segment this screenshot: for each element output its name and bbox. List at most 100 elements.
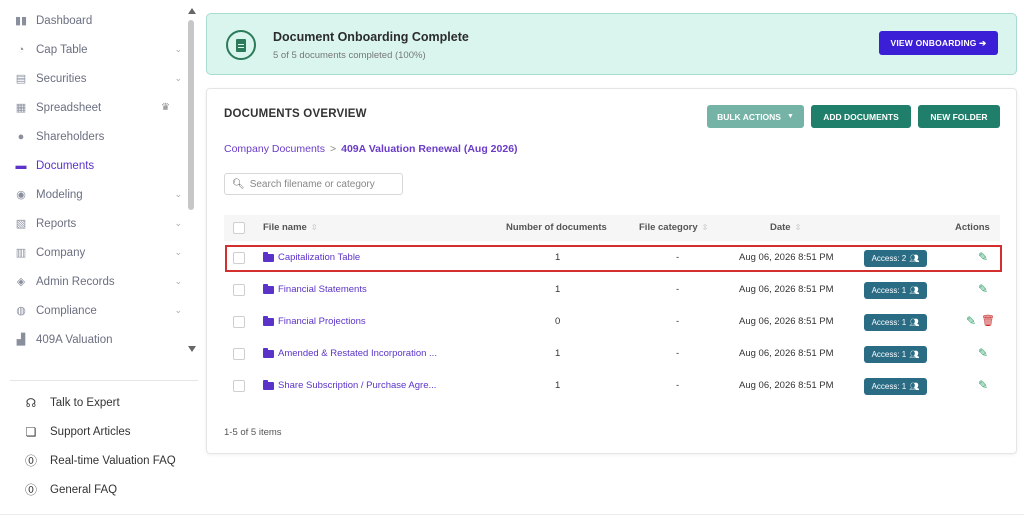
- highlight-box: [225, 245, 1002, 272]
- building-icon: ▥: [15, 247, 27, 259]
- edit-icon[interactable]: ✎: [978, 346, 988, 360]
- page-title: DOCUMENTS OVERVIEW: [224, 108, 367, 120]
- sidebar-scrollbar[interactable]: [187, 8, 196, 353]
- sidebar-item-admin-records[interactable]: ◈ Admin Records ⌄: [0, 267, 188, 296]
- sidebar-item-documents[interactable]: ▬ Documents: [0, 151, 188, 180]
- row-checkbox[interactable]: [233, 348, 245, 360]
- help-link-general-faq[interactable]: ⓪ General FAQ: [22, 475, 176, 504]
- breadcrumb-root[interactable]: Company Documents: [224, 143, 325, 155]
- sidebar-item-label: 409A Valuation: [36, 333, 113, 346]
- file-name-label: Share Subscription / Purchase Agre...: [278, 380, 437, 391]
- help-link-support-articles[interactable]: ❏ Support Articles: [22, 417, 176, 446]
- book-icon: ❏: [25, 424, 37, 439]
- column-file-name[interactable]: File name ⇳: [263, 222, 318, 233]
- row-checkbox[interactable]: [233, 316, 245, 328]
- sidebar-item-shareholders[interactable]: ● Shareholders: [0, 122, 188, 151]
- chevron-down-icon: ⌄: [174, 305, 182, 315]
- sidebar-item-cap-table[interactable]: ◔ Cap Table ⌄: [0, 35, 188, 64]
- scroll-thumb[interactable]: [188, 20, 194, 210]
- sidebar-nav: ▮▮ Dashboard ◔ Cap Table ⌄ ▤ Securities ⌄ ▦ Sprea…: [0, 6, 188, 354]
- file-name-link[interactable]: Amended & Restated Incorporation ...: [263, 347, 437, 359]
- sidebar-item-securities[interactable]: ▤ Securities ⌄: [0, 64, 188, 93]
- sidebar-item-company[interactable]: ▥ Company ⌄: [0, 238, 188, 267]
- chevron-down-icon: ⌄: [174, 73, 182, 83]
- sidebar-item-label: Compliance: [36, 304, 97, 317]
- edit-icon[interactable]: ✎: [978, 282, 988, 296]
- column-file-category-label: File category: [639, 222, 698, 233]
- users-icon: 👥︎: [909, 382, 920, 391]
- access-badge[interactable]: Access: 1 👥︎: [864, 378, 927, 395]
- access-label: Access: 1: [871, 318, 907, 327]
- add-documents-button[interactable]: ADD DOCUMENTS: [811, 105, 911, 128]
- chevron-down-icon: ⌄: [174, 44, 182, 54]
- sidebar-item-label: Cap Table: [36, 43, 88, 56]
- folder-icon: [263, 379, 274, 390]
- trash-icon[interactable]: 🗑︎: [981, 314, 995, 327]
- crown-icon: ♛: [161, 102, 170, 113]
- question-icon: ⓪: [24, 483, 37, 497]
- file-name-link[interactable]: Financial Projections: [263, 315, 366, 327]
- select-all-checkbox[interactable]: [233, 222, 245, 234]
- table-header: File name ⇳ Number of documents File cate…: [224, 215, 1000, 241]
- row-checkbox[interactable]: [233, 284, 245, 296]
- scroll-up-arrow[interactable]: [188, 8, 196, 14]
- new-folder-button[interactable]: NEW FOLDER: [918, 105, 1000, 128]
- document-count: 1: [555, 284, 561, 295]
- document-count: 1: [555, 380, 561, 391]
- chevron-down-icon: ⌄: [174, 218, 182, 228]
- file-date: Aug 06, 2026 8:51 PM: [739, 284, 834, 295]
- sort-icon: ⇳: [310, 223, 318, 232]
- sidebar-item-label: Admin Records: [36, 275, 115, 288]
- file-date: Aug 06, 2026 8:51 PM: [739, 380, 834, 391]
- help-links: ☊ Talk to Expert ❏ Support Articles ⓪ Real-ti…: [22, 388, 176, 504]
- column-date-label: Date: [770, 222, 791, 233]
- banner-title: Document Onboarding Complete: [273, 30, 469, 44]
- sidebar-item-reports[interactable]: ▧ Reports ⌄: [0, 209, 188, 238]
- column-file-category[interactable]: File category ⇳: [639, 222, 708, 233]
- column-date[interactable]: Date ⇳: [770, 222, 801, 233]
- shield-icon: ◍: [16, 305, 26, 317]
- sidebar-item-label: Spreadsheet: [36, 101, 102, 114]
- help-link-label: Real-time Valuation FAQ: [50, 454, 176, 467]
- edit-icon[interactable]: ✎: [966, 314, 976, 328]
- search-icon: 🔍︎: [232, 178, 245, 190]
- bulk-actions-label: BULK ACTIONS: [717, 111, 781, 122]
- file-name-label: Financial Statements: [278, 284, 367, 295]
- file-date: Aug 06, 2026 8:51 PM: [739, 348, 834, 359]
- clipboard-icon: ▤: [15, 73, 27, 85]
- access-badge[interactable]: Access: 1 👥︎: [864, 314, 927, 331]
- file-name-link[interactable]: Financial Statements: [263, 283, 367, 295]
- document-count: 1: [555, 348, 561, 359]
- search-box: 🔍︎: [224, 173, 403, 195]
- row-checkbox[interactable]: [233, 380, 245, 392]
- sidebar-item-modeling[interactable]: ◉ Modeling ⌄: [0, 180, 188, 209]
- document-count: 0: [555, 316, 561, 327]
- access-badge[interactable]: Access: 1 👥︎: [864, 346, 927, 363]
- bulk-actions-button[interactable]: BULK ACTIONS ▼: [707, 105, 804, 128]
- access-label: Access: 1: [871, 350, 907, 359]
- sidebar-item-label: Documents: [36, 159, 95, 172]
- sidebar-item-dashboard[interactable]: ▮▮ Dashboard: [0, 6, 188, 35]
- question-icon: ⓪: [24, 454, 37, 468]
- folder-icon: ▬: [15, 159, 27, 172]
- help-link-real-time-valuation-faq[interactable]: ⓪ Real-time Valuation FAQ: [22, 446, 176, 475]
- file-name-label: Financial Projections: [278, 316, 366, 327]
- edit-icon[interactable]: ✎: [978, 378, 988, 392]
- sidebar: ▮▮ Dashboard ◔ Cap Table ⌄ ▤ Securities ⌄ ▦ Sprea…: [0, 0, 200, 520]
- chevron-down-icon: ⌄: [174, 189, 182, 199]
- table-row: Amended & Restated Incorporation ... 1 - Au…: [224, 339, 1000, 369]
- search-input[interactable]: [249, 178, 400, 190]
- help-link-talk-to-expert[interactable]: ☊ Talk to Expert: [22, 388, 176, 417]
- file-category: -: [676, 284, 680, 295]
- onboarding-banner: Document Onboarding Complete 5 of 5 docu…: [206, 13, 1017, 75]
- user-icon: ●: [17, 130, 25, 143]
- sidebar-item-409a-valuation[interactable]: ▟ 409A Valuation: [0, 325, 188, 354]
- file-name-link[interactable]: Share Subscription / Purchase Agre...: [263, 379, 437, 391]
- access-badge[interactable]: Access: 1 👥︎: [864, 282, 927, 299]
- view-onboarding-button[interactable]: VIEW ONBOARDING ➔: [879, 31, 998, 55]
- sidebar-item-spreadsheet[interactable]: ▦ Spreadsheet ♛: [0, 93, 188, 122]
- sidebar-item-compliance[interactable]: ◍ Compliance ⌄: [0, 296, 188, 325]
- scroll-down-arrow[interactable]: [188, 346, 196, 352]
- sidebar-item-label: Shareholders: [36, 130, 105, 143]
- pagination-count: 1-5 of 5 items: [224, 427, 282, 438]
